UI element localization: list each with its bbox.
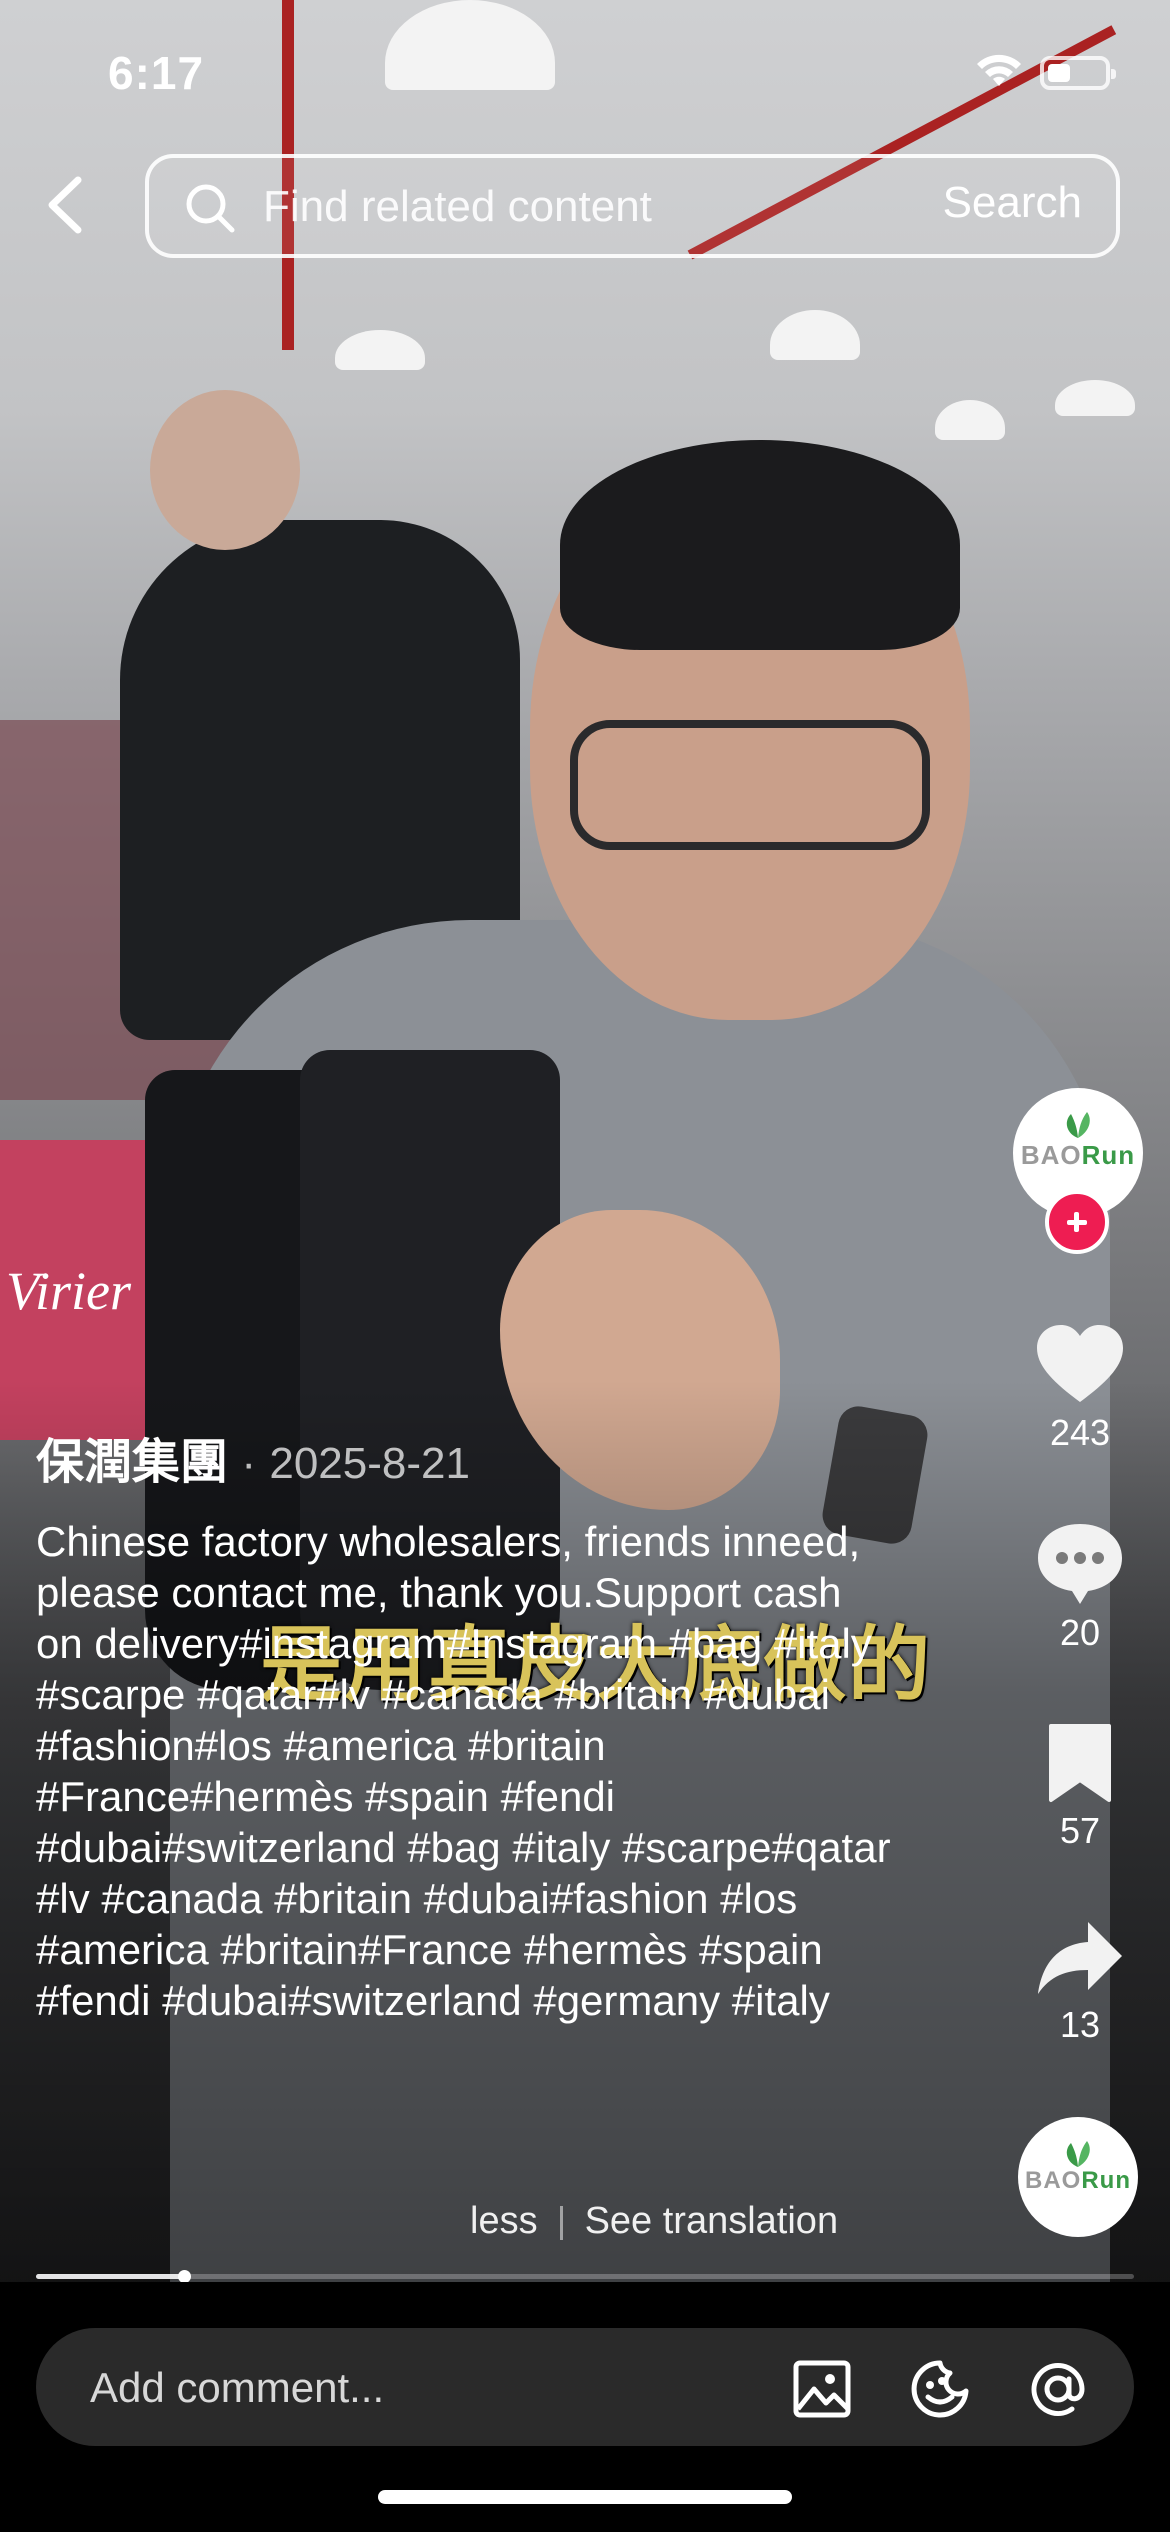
ceiling-lamp xyxy=(385,0,555,90)
comment-count: 20 xyxy=(1059,1612,1101,1653)
battery-icon xyxy=(1040,56,1116,90)
see-translation-button[interactable]: See translation xyxy=(585,2200,839,2242)
comment-input[interactable] xyxy=(88,2328,772,2448)
author-name[interactable]: 保潤集團 xyxy=(36,1436,228,1489)
shoe-box-brand: Virier xyxy=(6,1261,131,1321)
divider xyxy=(559,2205,563,2240)
heart-icon xyxy=(1037,1325,1123,1402)
ceiling-lamp xyxy=(335,330,425,370)
presenter-glasses xyxy=(570,720,930,850)
emoji-icon[interactable] xyxy=(910,2359,970,2419)
home-indicator[interactable] xyxy=(378,2490,792,2504)
comment-button[interactable]: 20 xyxy=(1020,1520,1140,1654)
search-icon xyxy=(186,184,235,233)
image-icon[interactable] xyxy=(792,2359,852,2419)
caption-actions: less See translation xyxy=(470,2200,838,2243)
original-sound-disc[interactable]: BAORun xyxy=(1018,2117,1138,2237)
avatar-logo: BAORun xyxy=(1020,1140,1136,1170)
ceiling-lamp xyxy=(770,310,860,360)
search-bar[interactable]: Search xyxy=(145,154,1120,258)
share-icon xyxy=(1038,1922,1122,1994)
share-button[interactable]: 13 xyxy=(1020,1918,1140,2046)
less-button[interactable]: less xyxy=(470,2200,538,2242)
at-icon[interactable] xyxy=(1028,2359,1088,2419)
search-input[interactable] xyxy=(261,158,885,256)
like-button[interactable]: 243 xyxy=(1020,1322,1140,1454)
follow-button[interactable] xyxy=(1045,1190,1109,1254)
save-button[interactable]: 57 xyxy=(1020,1722,1140,1852)
like-count: 243 xyxy=(1049,1412,1111,1453)
save-count: 57 xyxy=(1059,1810,1101,1851)
status-time: 6:17 xyxy=(108,47,205,99)
share-count: 13 xyxy=(1059,2004,1101,2045)
comment-icon xyxy=(1038,1524,1122,1604)
disc-logo: BAORun xyxy=(1025,2167,1131,2194)
progress-fill xyxy=(36,2274,185,2279)
date-separator: · xyxy=(241,1439,257,1488)
chevron-left-icon[interactable] xyxy=(40,170,90,240)
leaf-icon xyxy=(1066,2141,1090,2167)
video-caption[interactable]: Chinese factory wholesalers, friends inn… xyxy=(36,1516,896,2026)
presenter-hair xyxy=(560,440,960,650)
video-progress-bar[interactable] xyxy=(36,2270,1134,2283)
leaf-icon xyxy=(1066,1112,1090,1138)
ceiling-lamp xyxy=(935,400,1005,440)
bookmark-icon xyxy=(1049,1724,1111,1802)
background-worker-head xyxy=(150,390,300,550)
author-line: 保潤集團 · 2025-8-21 xyxy=(36,1422,470,1492)
ceiling-lamp xyxy=(1055,380,1135,416)
wifi-icon xyxy=(977,54,1021,86)
comment-box[interactable] xyxy=(36,2328,1134,2448)
search-button[interactable]: Search xyxy=(943,178,1082,228)
post-date: 2025-8-21 xyxy=(269,1439,470,1488)
